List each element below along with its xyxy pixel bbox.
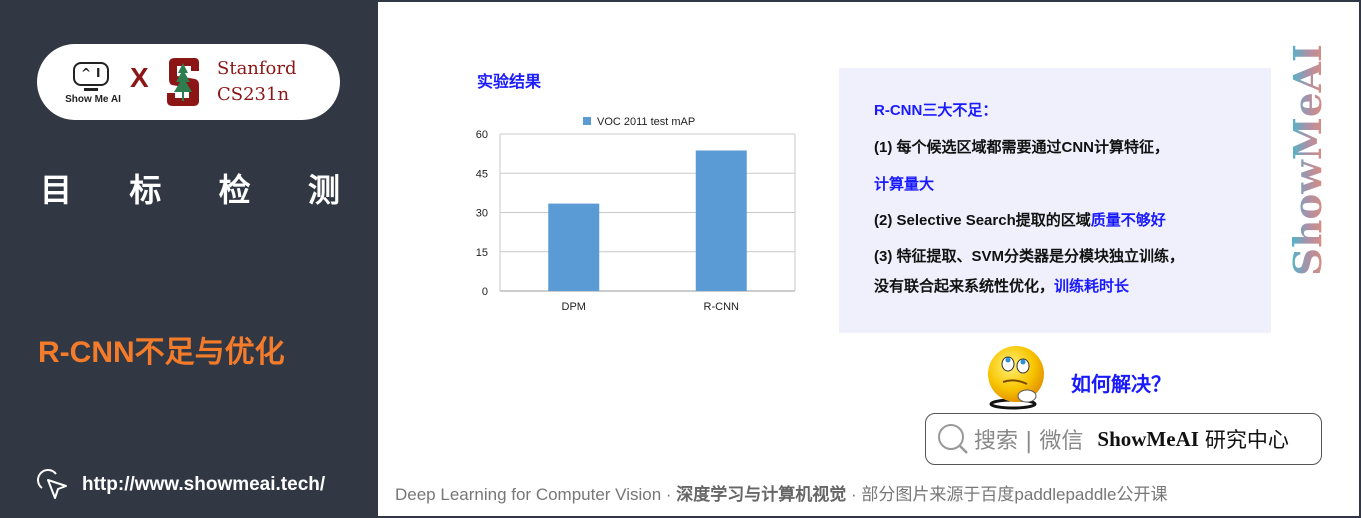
- showmeai-logo-text: Show Me AI: [65, 94, 121, 105]
- y-tick-label: 15: [476, 247, 488, 259]
- shortcoming-3-text: 没有联合起来系统性优化，: [874, 278, 1055, 295]
- logo-glyph: ^: [81, 66, 92, 80]
- topic-char: 目: [40, 171, 73, 209]
- footer-course-cn: 深度学习与计算机视觉: [676, 485, 847, 504]
- question-text: 如何解决？: [1071, 374, 1171, 396]
- logo-banner: ^ I Show Me AI X Stanford CS231n: [37, 44, 340, 120]
- slide-footer: Deep Learning for Computer Vision · 深度学习…: [395, 480, 1168, 505]
- collab-x: X: [130, 62, 149, 93]
- bar-dpm: [548, 203, 600, 291]
- monitor-icon: ^ I: [73, 62, 109, 86]
- chart-x-ticks: DPM R-CNN: [562, 301, 739, 313]
- showmeai-vertical-watermark: ShowMeAI: [1285, 44, 1330, 276]
- search-icon: [938, 424, 968, 454]
- cursor-click-icon: [37, 469, 67, 499]
- chart-bars: [548, 150, 747, 291]
- y-tick-label: 30: [476, 208, 488, 220]
- y-tick-label: 60: [476, 129, 488, 141]
- topic-char: 检: [218, 171, 251, 209]
- partner-name: Stanford CS231n: [217, 56, 297, 108]
- shortcoming-2: (2) Selective Search提取的区域质量不够好: [874, 209, 1166, 230]
- footer-separator: ·: [846, 485, 862, 504]
- rcnn-shortcomings-box: R-CNN三大不足： (1) 每个候选区域都需要通过CNN计算特征， 计算量大 …: [839, 68, 1271, 333]
- wechat-search-box[interactable]: 搜索 | 微信 ShowMeAI 研究中心: [925, 413, 1322, 465]
- legend-swatch: [583, 117, 591, 125]
- legend-label: VOC 2011 test mAP: [597, 116, 695, 128]
- stanford-tree-icon: [167, 58, 199, 106]
- search-brand: ShowMeAI: [1097, 426, 1199, 451]
- bar-chart: 0 15 30 45 60 DPM R-CNN VOC 2011 test mAP: [476, 116, 796, 313]
- shortcoming-3: (3) 特征提取、SVM分类器是分模块独立训练，: [874, 248, 1185, 265]
- topic-title: 目 标 检 测: [40, 165, 340, 211]
- topic-char: 测: [307, 171, 340, 209]
- shortcomings-heading: R-CNN三大不足：: [874, 102, 998, 119]
- y-tick-label: 45: [476, 168, 488, 180]
- footer-separator: ·: [661, 485, 677, 504]
- footer-course-en: Deep Learning for Computer Vision: [395, 485, 662, 504]
- partner-line1: Stanford: [217, 58, 297, 79]
- shortcoming-3-highlight: 训练耗时长: [1054, 278, 1130, 295]
- partner-line2: CS231n: [217, 84, 290, 105]
- search-brand-suffix: 研究中心: [1204, 428, 1289, 452]
- chart-grid: [499, 133, 796, 292]
- showmeai-logo: ^ I Show Me AI: [57, 58, 129, 110]
- x-tick-label: DPM: [562, 301, 586, 313]
- shortcoming-1: (1) 每个候选区域都需要通过CNN计算特征，: [874, 139, 1169, 156]
- section-title: 实验结果: [477, 72, 542, 91]
- slide-content: 实验结果 0 15 30 45 60 DPM R-CNN VOC 2011 test mA…: [378, 0, 1359, 516]
- shortcoming-2-text: (2) Selective Search提取的区域: [874, 212, 1091, 229]
- chart-y-ticks: 0 15 30 45 60: [476, 129, 488, 298]
- subtopic-title: R-CNN不足与优化: [38, 336, 285, 369]
- shortcoming-2-highlight: 质量不够好: [1090, 212, 1166, 229]
- shortcoming-3-cont: 没有联合起来系统性优化，训练耗时长: [874, 275, 1129, 296]
- website-url[interactable]: http://www.showmeai.tech/: [82, 474, 325, 496]
- shortcoming-1-highlight: 计算量大: [874, 176, 935, 193]
- website-link[interactable]: http://www.showmeai.tech/: [36, 468, 325, 502]
- topic-char: 标: [129, 171, 162, 209]
- bar-r-cnn: [695, 150, 747, 291]
- watermark-text: ShowMeAI: [1285, 44, 1330, 276]
- y-tick-label: 0: [482, 286, 488, 298]
- chart-legend: VOC 2011 test mAP: [583, 116, 695, 128]
- sidebar: ^ I Show Me AI X Stanford CS231n 目 标 检 测…: [0, 0, 378, 518]
- x-tick-label: R-CNN: [704, 301, 739, 313]
- footer-credit: 部分图片来源于百度paddlepaddle公开课: [861, 485, 1168, 504]
- search-hint: 搜索 | 微信: [974, 429, 1084, 454]
- monitor-stand: [84, 88, 98, 91]
- thinking-face-icon: [988, 346, 1044, 410]
- logo-glyph-bar: I: [96, 66, 101, 80]
